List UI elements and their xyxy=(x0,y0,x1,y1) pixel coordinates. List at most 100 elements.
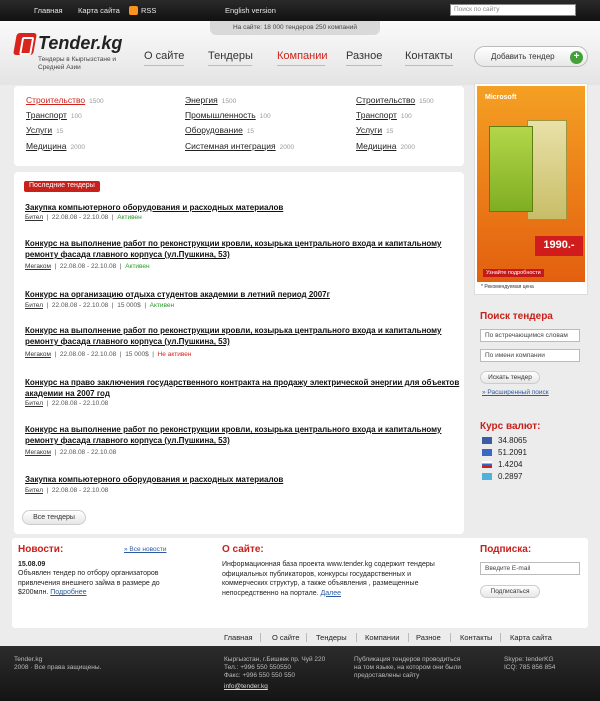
nav-contacts[interactable]: Контакты xyxy=(405,50,453,62)
us-flag-icon xyxy=(482,437,492,445)
category-item[interactable]: Услуги 15 xyxy=(356,125,393,135)
category-item[interactable]: Системная интеграция 2000 xyxy=(185,141,294,151)
tender-meta: Бител | 22.08.08 - 22.10.08 | Активен xyxy=(25,214,142,221)
tender-company-link[interactable]: Мегаком xyxy=(25,449,51,456)
footer-skype: Skype: tenderKG xyxy=(504,656,554,663)
footer-nav-item[interactable]: О сайте xyxy=(272,633,300,642)
footer-nav-item[interactable]: Компании xyxy=(365,633,399,642)
news-title: Новости: xyxy=(18,544,64,555)
tender-meta: Бител | 22.08.08 - 22.10.08 | 15 000$ | … xyxy=(25,302,175,309)
category-item[interactable]: Транспорт 100 xyxy=(26,110,82,120)
nav-companies[interactable]: Компании xyxy=(277,50,328,62)
rates-title: Курс валют: xyxy=(480,421,541,432)
eu-flag-icon xyxy=(482,449,492,457)
footer-nav-item[interactable]: Контакты xyxy=(460,633,492,642)
ad-more-link[interactable]: Узнайте подробности xyxy=(483,269,544,277)
ad-note: * Рекомендуемая цена xyxy=(481,284,534,290)
rate-row: 34.8065 xyxy=(482,436,527,445)
product-box-icon xyxy=(527,120,567,220)
tender-company-link[interactable]: Мегаком xyxy=(25,351,51,358)
tender-company-link[interactable]: Мегаком xyxy=(25,263,51,270)
category-item[interactable]: Промышленность 100 xyxy=(185,110,271,120)
tender-title-link[interactable]: Конкурс на выполнение работ по реконстру… xyxy=(25,238,465,260)
top-link-rss[interactable]: RSS xyxy=(141,6,156,15)
footer-fax: Факс: +996 550 550 550 xyxy=(224,672,295,679)
logo-icon[interactable] xyxy=(13,33,37,55)
latest-tenders-badge: Последние тендеры xyxy=(24,181,100,192)
about-title: О сайте: xyxy=(222,544,264,555)
category-item[interactable]: Транспорт 100 xyxy=(356,110,412,120)
search-tender-button[interactable]: Искать тендер xyxy=(480,371,540,384)
tender-company-link[interactable]: Бител xyxy=(25,400,43,407)
add-tender-button[interactable]: Добавить тендер + xyxy=(474,46,588,67)
plus-icon: + xyxy=(570,51,583,64)
email-field[interactable]: Введите E-mail xyxy=(480,562,580,575)
status-badge: Активен xyxy=(149,302,175,309)
category-item[interactable]: Медицина 2000 xyxy=(356,141,415,151)
top-bar: Главная Карта сайта RSS English version … xyxy=(0,0,600,21)
keywords-input[interactable]: По встречающимся словам xyxy=(480,329,580,342)
footer-phone: Тел.: +996 550 550550 xyxy=(224,664,292,671)
tender-company-link[interactable]: Бител xyxy=(25,302,43,309)
nav-misc[interactable]: Разное xyxy=(346,50,382,62)
footer-rights: 2008 · Все права защищены. xyxy=(14,664,102,671)
category-item[interactable]: Медицина 2000 xyxy=(26,141,85,151)
category-item[interactable]: Услуги 15 xyxy=(26,125,63,135)
tender-title-link[interactable]: Конкурс на право заключения государствен… xyxy=(25,377,465,399)
category-item[interactable]: Оборудование 15 xyxy=(185,125,254,135)
product-box-icon xyxy=(489,126,533,212)
all-news-link[interactable]: » Все новости xyxy=(124,546,167,553)
footer-nav-item[interactable]: Карта сайта xyxy=(510,633,552,642)
tender-meta: Мегаком | 22.08.08 - 22.10.08 | Активен xyxy=(25,263,150,270)
ad-brand: Microsoft xyxy=(485,94,517,101)
rate-row: 0.2897 xyxy=(482,472,522,481)
all-tenders-button[interactable]: Все тендеры xyxy=(22,510,86,525)
tender-title-link[interactable]: Конкурс на выполнение работ по реконстру… xyxy=(25,325,465,347)
footer-nav-item[interactable]: Тендеры xyxy=(316,633,347,642)
news-more-link[interactable]: Подробнее xyxy=(50,589,86,596)
tender-meta: Бител | 22.08.08 - 22.10.08 xyxy=(25,487,109,494)
top-link-home[interactable]: Главная xyxy=(34,6,63,15)
logo-tagline: Тендеры в Кыргызстане и Средней Азии xyxy=(38,56,117,71)
advanced-search-link[interactable]: » Расширенный поиск xyxy=(482,389,549,396)
about-more-link[interactable]: Далее xyxy=(321,590,342,597)
kz-flag-icon xyxy=(482,473,492,481)
tender-company-link[interactable]: Бител xyxy=(25,214,43,221)
footer-nav-item[interactable]: Главная xyxy=(224,633,253,642)
category-item[interactable]: Строительство 1500 xyxy=(26,95,104,105)
rate-row: 51.2091 xyxy=(482,448,527,457)
english-version-link[interactable]: English version xyxy=(225,6,276,15)
tender-title-link[interactable]: Закупка компьютерного оборудования и рас… xyxy=(25,202,465,213)
footer-address: Кыргызстан, г.Бишкек пр. Чуй 220 xyxy=(224,656,326,663)
category-item[interactable]: Строительство 1500 xyxy=(356,95,434,105)
news-text: Объявлен тендер по отбору организаторов … xyxy=(18,570,160,596)
subscribe-button[interactable]: Подписаться xyxy=(480,585,540,598)
nav-about[interactable]: О сайте xyxy=(144,50,184,62)
nav-tenders[interactable]: Тендеры xyxy=(208,50,253,62)
status-badge: Не активен xyxy=(157,351,192,358)
status-badge: Активен xyxy=(125,263,150,270)
site-search-input[interactable]: Поиск по сайту xyxy=(450,4,576,16)
tender-meta: Мегаком | 22.08.08 - 22.10.08 xyxy=(25,449,117,456)
tender-title-link[interactable]: Закупка компьютерного оборудования и рас… xyxy=(25,474,465,485)
category-item[interactable]: Энергия 1500 xyxy=(185,95,236,105)
ad-price: 1990.- xyxy=(535,236,583,256)
logo-text[interactable]: Tender.kg xyxy=(38,33,122,54)
tender-meta: Мегаком | 22.08.08 - 22.10.08 | 15 000$ … xyxy=(25,351,192,358)
footer-email: info@tender.kg xyxy=(224,683,268,691)
company-input[interactable]: По имени компании xyxy=(480,349,580,362)
tender-company-link[interactable]: Бител xyxy=(25,487,43,494)
subscribe-title: Подписка: xyxy=(480,544,532,555)
tender-title-link[interactable]: Конкурс на организацию отдыха студентов … xyxy=(25,289,465,300)
rss-icon[interactable] xyxy=(129,6,138,15)
footer-nav-item[interactable]: Разное xyxy=(416,633,441,642)
tender-meta: Бител | 22.08.08 - 22.10.08 xyxy=(25,400,109,407)
tender-title-link[interactable]: Конкурс на выполнение работ по реконстру… xyxy=(25,424,465,446)
footer: Tender.kg 2008 · Все права защищены. Кыр… xyxy=(0,646,600,701)
rate-row: 1.4204 xyxy=(482,460,522,469)
top-link-sitemap[interactable]: Карта сайта xyxy=(78,6,120,15)
footer-email-link[interactable]: info@tender.kg xyxy=(224,683,268,690)
site-stats: На сайте: 18 000 тендеров 250 компаний xyxy=(210,21,380,35)
advertisement-banner[interactable]: Microsoft 1990.- Узнайте подробности * Р… xyxy=(474,83,588,295)
about-text: Информационная база проекта www.tender.k… xyxy=(222,561,435,597)
